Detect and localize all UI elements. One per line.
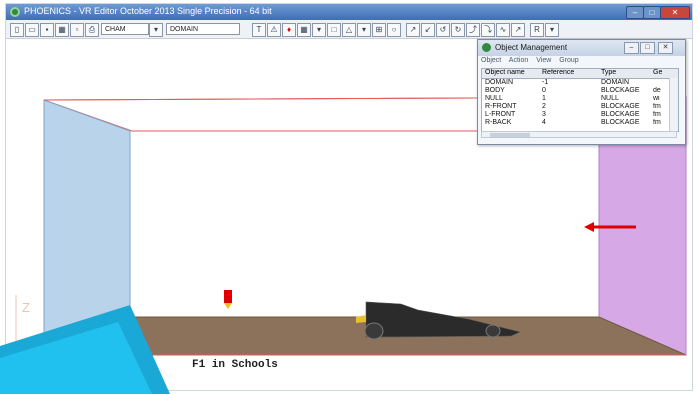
slide-corner-accent xyxy=(0,305,170,394)
